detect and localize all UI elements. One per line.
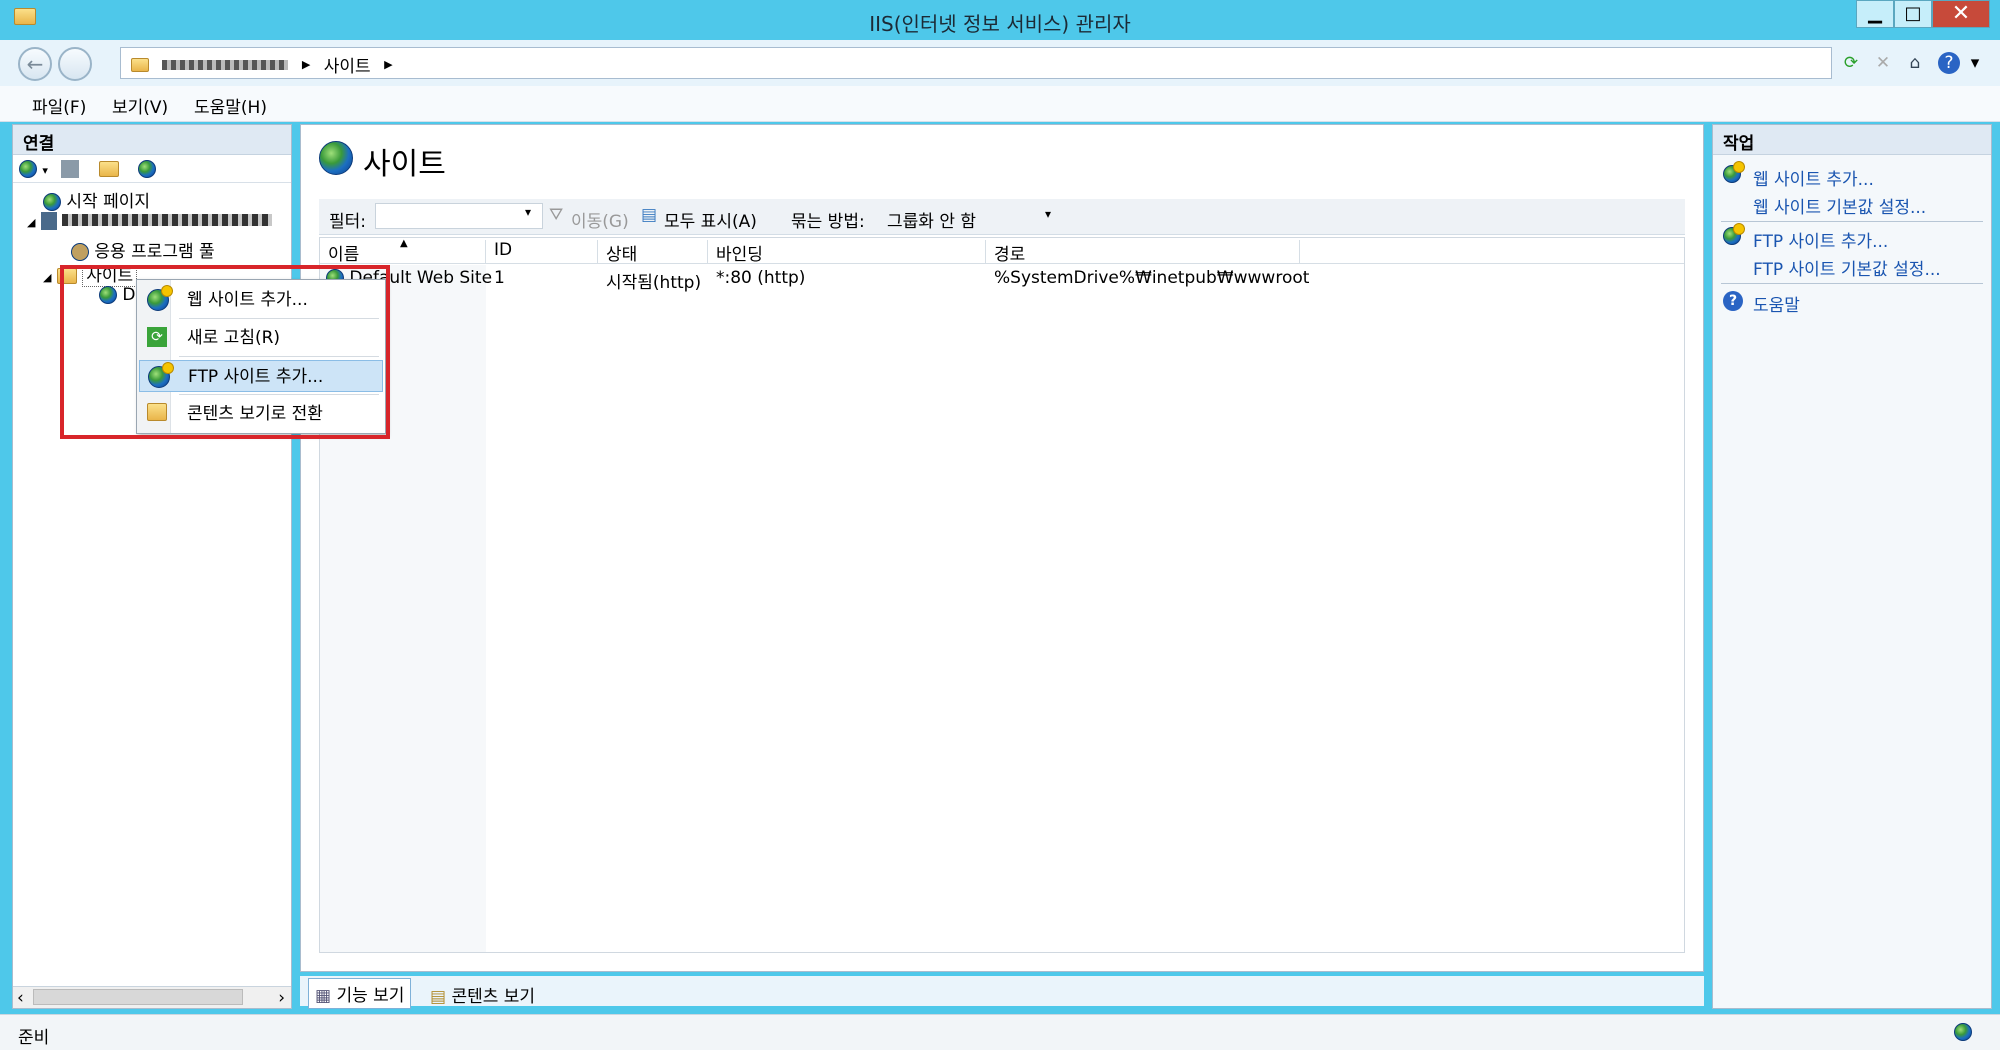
connections-panel: 연결 ▾ 시작 페이지 ◢ 응용 프로그램 풀 ◢ 사이트 D ‹ › (12, 124, 292, 1009)
title-bar: IIS(인터넷 정보 서비스) 관리자 ▁ □ ✕ (0, 0, 2000, 40)
highlight-box (60, 265, 390, 439)
group-by-dropdown-icon[interactable]: ▾ (1045, 207, 1051, 221)
breadcrumb-server-item[interactable] (162, 59, 289, 70)
action-add-web-site[interactable]: 웹 사이트 추가... (1753, 165, 1874, 190)
menu-file[interactable]: 파일(F) (32, 93, 86, 118)
cell-path: %SystemDrive%₩inetpub₩wwwroot (994, 268, 1310, 288)
go-button[interactable]: 이동(G) (571, 207, 629, 232)
status-bar: 준비 (0, 1014, 2000, 1050)
show-all-icon: ▤ (641, 205, 658, 225)
column-header-status[interactable]: 상태 (598, 240, 708, 265)
content-view-icon: ▤ (430, 987, 447, 1007)
scrollbar-thumb[interactable] (33, 989, 243, 1005)
filter-dropdown-icon[interactable]: ▾ (525, 205, 531, 219)
show-all-button[interactable]: 모두 표시(A) (664, 207, 757, 232)
forward-button[interactable] (58, 47, 92, 81)
collapse-icon[interactable]: ◢ (43, 271, 51, 284)
filter-label: 필터: (329, 212, 367, 232)
home-icon[interactable]: ⌂ (1902, 50, 1928, 76)
help-icon: ? (1723, 291, 1743, 311)
tab-content-view[interactable]: ▤ 콘텐츠 보기 (424, 980, 541, 1009)
view-tabs: ▦ 기능 보기 ▤ 콘텐츠 보기 (300, 976, 1704, 1009)
action-web-defaults[interactable]: 웹 사이트 기본값 설정... (1753, 193, 1926, 218)
maximize-button[interactable]: □ (1894, 0, 1932, 28)
sites-table: 이름 ▲ ID 상태 바인딩 경로 Default Web Site 1 시작됨(… (319, 237, 1685, 953)
stop-icon[interactable]: ✕ (1870, 50, 1896, 76)
cell-id: 1 (494, 268, 505, 288)
sites-panel: 사이트 필터: ▾ ⛛ 이동(G) ▤ 모두 표시(A) 묶는 방법: 그룹화 … (300, 124, 1704, 972)
action-ftp-defaults[interactable]: FTP 사이트 기본값 설정... (1753, 255, 1941, 280)
breadcrumb-sites-item[interactable]: 사이트 (324, 57, 371, 77)
start-page-icon (43, 193, 61, 211)
window-title: IIS(인터넷 정보 서비스) 관리자 (869, 12, 1131, 36)
add-web-site-icon (1723, 162, 1744, 183)
horizontal-scrollbar[interactable]: ‹ › (13, 986, 291, 1008)
tab-features-view[interactable]: ▦ 기능 보기 (308, 978, 412, 1009)
table-header: 이름 ▲ ID 상태 바인딩 경로 (320, 238, 1684, 265)
connection-status-icon (1954, 1023, 1972, 1041)
tree-server-node[interactable]: ◢ (27, 211, 273, 231)
action-help[interactable]: 도움말 (1753, 291, 1800, 316)
tree-start-page[interactable]: 시작 페이지 (43, 187, 150, 212)
actions-panel: 작업 웹 사이트 추가... 웹 사이트 기본값 설정... FTP 사이트 추… (1712, 124, 1992, 1009)
status-text: 준비 (18, 1028, 50, 1048)
menu-help[interactable]: 도움말(H) (194, 93, 267, 118)
minimize-button[interactable]: ▁ (1856, 0, 1894, 28)
column-header-name[interactable]: 이름 ▲ (320, 238, 486, 265)
cell-binding: *:80 (http) (716, 268, 806, 288)
column-header-binding[interactable]: 바인딩 (708, 240, 986, 265)
refresh-icon[interactable]: ⟳ (1838, 50, 1864, 76)
group-by-select[interactable]: 그룹화 안 함 (887, 207, 976, 232)
column-header-path[interactable]: 경로 (986, 240, 1300, 265)
arrow-left-icon: ← (26, 52, 44, 76)
server-icon (40, 212, 57, 230)
filter-input[interactable] (375, 203, 543, 229)
add-ftp-site-icon (1723, 224, 1744, 245)
breadcrumb-separator: ▸ (384, 54, 393, 75)
save-icon[interactable] (61, 160, 80, 178)
tree-app-pools[interactable]: 응용 프로그램 풀 (71, 237, 215, 262)
scroll-left-icon[interactable]: ‹ (17, 988, 24, 1008)
funnel-icon: ⛛ (549, 205, 564, 225)
menu-view[interactable]: 보기(V) (112, 93, 168, 118)
server-name-label (62, 214, 273, 226)
sort-ascending-icon: ▲ (400, 238, 408, 249)
open-folder-icon[interactable] (98, 161, 119, 177)
connect-icon[interactable] (19, 160, 37, 178)
help-icon[interactable]: ? (1938, 52, 1960, 74)
column-header-id[interactable]: ID (486, 240, 598, 264)
close-button[interactable]: ✕ (1932, 0, 1990, 28)
sites-globe-icon (319, 141, 353, 175)
scroll-right-icon[interactable]: › (278, 988, 285, 1008)
breadcrumb[interactable]: ▸ 사이트 ▸ (120, 47, 1832, 79)
help-dropdown-icon[interactable]: ▾ (1962, 50, 1988, 76)
actions-title: 작업 (1713, 125, 1991, 155)
folder-icon (131, 57, 149, 72)
collapse-icon[interactable]: ◢ (27, 216, 35, 229)
group-by-label: 묶는 방법: (791, 212, 865, 232)
back-button[interactable]: ← (18, 47, 52, 81)
disconnect-icon[interactable] (138, 160, 157, 178)
breadcrumb-separator: ▸ (301, 54, 311, 75)
action-add-ftp-site[interactable]: FTP 사이트 추가... (1753, 227, 1888, 252)
page-title: 사이트 (363, 147, 446, 182)
menu-bar: 파일(F) 보기(V) 도움말(H) (0, 86, 2000, 122)
features-view-icon: ▦ (315, 986, 332, 1006)
chevron-down-icon[interactable]: ▾ (42, 164, 48, 177)
connections-title: 연결 (13, 125, 291, 155)
filter-toolbar: 필터: ▾ ⛛ 이동(G) ▤ 모두 표시(A) 묶는 방법: 그룹화 안 함 … (319, 199, 1685, 235)
connections-toolbar: ▾ (13, 155, 291, 183)
app-pool-icon (71, 243, 89, 261)
address-bar: ← ▸ 사이트 ▸ ⟳ ✕ ⌂ ? ▾ (0, 40, 2000, 86)
cell-status: 시작됨(http) (606, 273, 702, 293)
